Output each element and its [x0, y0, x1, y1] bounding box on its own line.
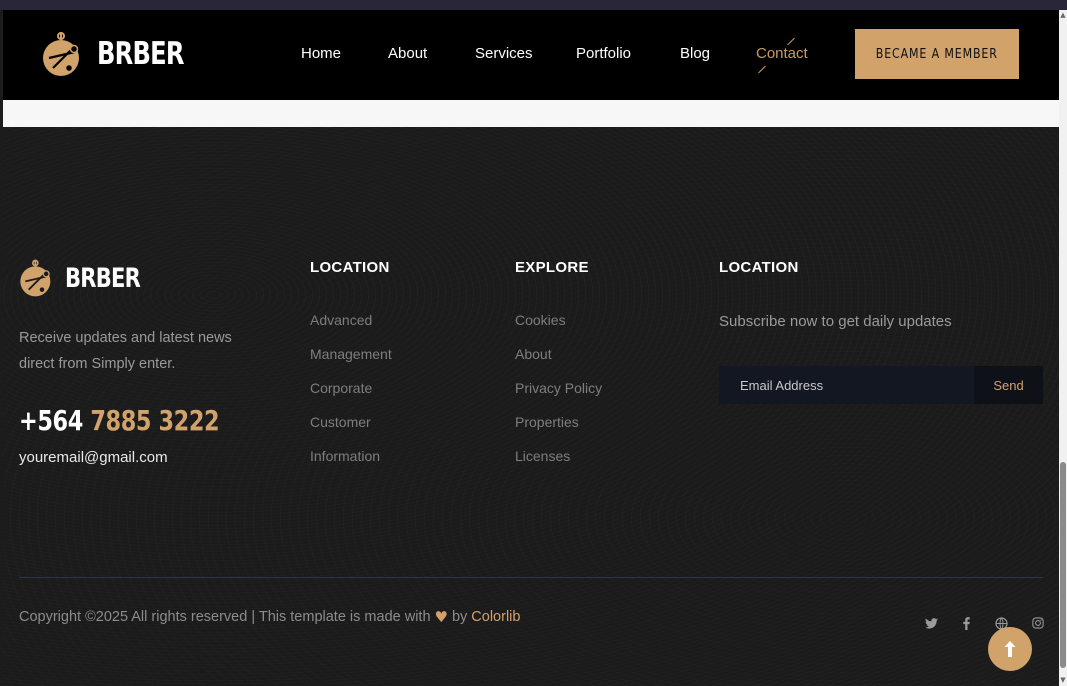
facebook-icon[interactable] — [959, 616, 973, 630]
location-column-title: LOCATION — [310, 259, 390, 276]
link-cookies[interactable]: Cookies — [515, 312, 566, 328]
site-footer: BRBER Receive updates and latest news di… — [3, 127, 1059, 686]
footer-description: Receive updates and latest news direct f… — [19, 330, 232, 372]
subscribe-text: Subscribe now to get daily updates — [719, 313, 952, 330]
link-management[interactable]: Management — [310, 346, 392, 362]
link-privacy-policy[interactable]: Privacy Policy — [515, 380, 602, 396]
email-address-input[interactable] — [719, 366, 974, 404]
footer-email[interactable]: youremail@gmail.com — [19, 449, 168, 466]
link-advanced[interactable]: Advanced — [310, 312, 372, 328]
logo-text: BRBER — [97, 36, 185, 72]
subscribe-column-title: LOCATION — [719, 259, 799, 276]
browser-top-strip — [0, 0, 1067, 10]
heart-icon: ♥ — [434, 608, 448, 626]
became-member-button[interactable]: BECAME A MEMBER — [855, 29, 1019, 79]
copyright-by: by — [451, 609, 468, 625]
footer-logo[interactable]: BRBER — [17, 255, 161, 301]
colorlib-link[interactable]: Colorlib — [471, 609, 520, 625]
scroll-down-arrow-icon[interactable]: ▼ — [1059, 676, 1067, 684]
page-gap — [3, 100, 1059, 127]
link-corporate[interactable]: Corporate — [310, 380, 372, 396]
link-licenses[interactable]: Licenses — [515, 448, 570, 464]
header-logo[interactable]: BRBER — [39, 28, 208, 80]
scrollbar-thumb[interactable] — [1060, 462, 1066, 668]
nav-contact[interactable]: Contact — [756, 45, 808, 62]
link-properties[interactable]: Properties — [515, 414, 579, 430]
footer-phone[interactable]: +564 7885 3222 — [19, 404, 220, 437]
twitter-icon[interactable] — [924, 616, 938, 630]
link-about[interactable]: About — [515, 346, 552, 362]
nav-about[interactable]: About — [388, 45, 427, 62]
phone-prefix: +564 — [19, 404, 83, 437]
phone-number: 7885 3222 — [90, 404, 220, 437]
scroll-up-arrow-icon[interactable]: ▲ — [1059, 11, 1067, 19]
send-button[interactable]: Send — [974, 366, 1043, 404]
explore-column-title: EXPLORE — [515, 259, 589, 276]
copyright-text: Copyright ©2025 All rights reserved | Th… — [19, 609, 431, 625]
link-information[interactable]: Information — [310, 448, 380, 464]
link-customer[interactable]: Customer — [310, 414, 371, 430]
nav-home[interactable]: Home — [301, 45, 341, 62]
arrow-up-icon — [1004, 641, 1016, 657]
nav-services[interactable]: Services — [475, 45, 533, 62]
barber-logo-icon — [20, 259, 51, 297]
barber-logo-icon — [43, 32, 79, 76]
active-slash-bottom — [758, 65, 766, 74]
site-header: BRBER Home About Services Portfolio Blog… — [3, 10, 1059, 100]
copyright: Copyright ©2025 All rights reserved | Th… — [19, 608, 520, 626]
footer-divider — [19, 577, 1043, 578]
scroll-to-top-button[interactable] — [988, 627, 1032, 671]
footer-logo-text: BRBER — [65, 262, 141, 294]
instagram-icon[interactable] — [1031, 616, 1045, 630]
nav-portfolio[interactable]: Portfolio — [576, 45, 631, 62]
nav-blog[interactable]: Blog — [680, 45, 710, 62]
